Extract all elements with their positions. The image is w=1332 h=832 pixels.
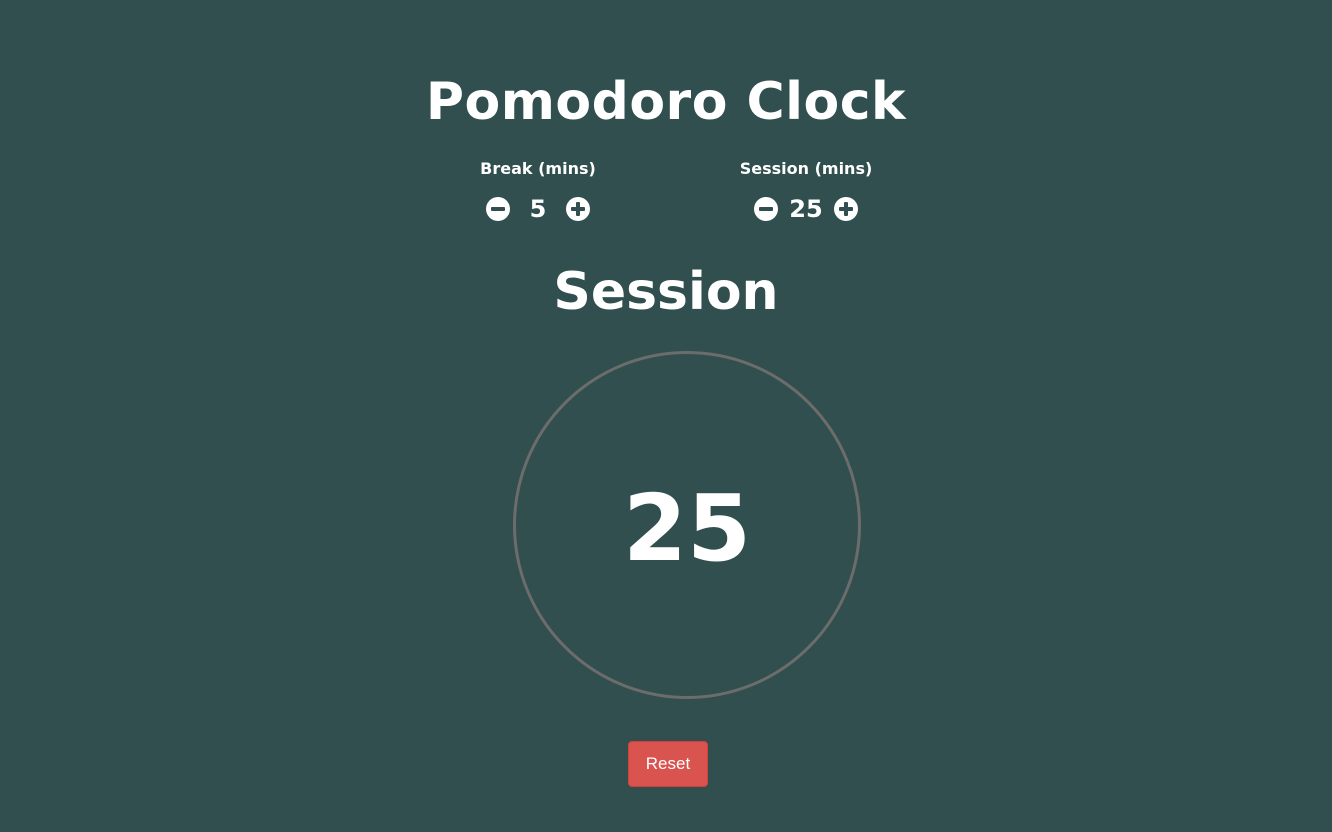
timer-display: 25 (622, 475, 752, 582)
break-label: Break (mins) (480, 159, 596, 178)
break-control: Break (mins) 5 (448, 158, 628, 222)
session-control: Session (mins) 25 (716, 158, 896, 222)
timer-circle[interactable]: 25 (513, 351, 861, 699)
reset-button[interactable]: Reset (628, 741, 708, 787)
minus-circle-icon (759, 207, 773, 211)
break-decrement-button[interactable] (486, 197, 510, 221)
break-value: 5 (529, 195, 547, 223)
break-increment-button[interactable] (566, 197, 590, 221)
session-decrement-button[interactable] (754, 197, 778, 221)
session-label: Session (mins) (739, 159, 873, 178)
timer-mode-label: Session (553, 262, 779, 322)
break-stepper: 5 (448, 196, 628, 222)
session-stepper: 25 (716, 196, 896, 222)
minus-circle-icon (491, 207, 505, 211)
page-title: Pomodoro Clock (425, 72, 907, 132)
session-increment-button[interactable] (834, 197, 858, 221)
session-value: 25 (789, 195, 823, 223)
